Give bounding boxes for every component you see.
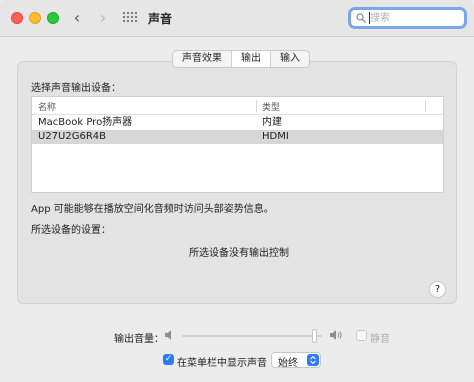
mute-label: 静音 (370, 334, 390, 345)
minimize-window-button[interactable] (29, 12, 41, 24)
column-header-type[interactable]: 类型 (262, 100, 280, 113)
no-output-control-text: 所选设备没有输出控制 (189, 248, 289, 259)
output-device-table[interactable]: 名称 类型 MacBook Pro扬声器 内建 U27U2G6R4B HDMI (31, 96, 444, 193)
search-field[interactable] (348, 7, 467, 29)
forward-button[interactable]: › (95, 9, 111, 27)
table-row[interactable]: U27U2G6R4B HDMI (32, 130, 443, 144)
back-button[interactable]: ‹ (69, 9, 85, 27)
column-header-name[interactable]: 名称 (38, 100, 56, 113)
output-volume-label: 输出音量： (114, 334, 164, 345)
search-icon (356, 13, 366, 23)
speaker-high-icon (330, 330, 342, 340)
close-window-button[interactable] (11, 12, 23, 24)
column-divider (425, 100, 426, 112)
table-row[interactable]: MacBook Pro扬声器 内建 (32, 116, 443, 130)
help-button[interactable]: ? (429, 281, 446, 298)
tab-bar: 声音效果 输出 输入 (172, 50, 310, 68)
device-type: HDMI (262, 131, 289, 142)
show-all-preferences-icon[interactable] (123, 12, 137, 24)
speaker-low-icon (165, 330, 171, 340)
device-type: 内建 (262, 117, 282, 128)
device-name: MacBook Pro扬声器 (38, 117, 133, 128)
show-in-menubar-checkbox[interactable]: ✓ (163, 354, 174, 365)
zoom-window-button[interactable] (47, 12, 59, 24)
column-divider (256, 100, 257, 112)
spatial-audio-note: App 可能能够在播放空间化音频时访问头部姿势信息。 (31, 204, 274, 215)
sound-preferences-window: ‹ › 声音 声音效果 输出 输入 选择声音输出设备： 名称 类型 (0, 0, 474, 382)
search-input[interactable] (370, 11, 462, 25)
tab-sound-effects[interactable]: 声音效果 (173, 51, 232, 67)
device-settings-label: 所选设备的设置： (31, 225, 111, 236)
volume-slider-fill (182, 335, 312, 337)
volume-slider-knob[interactable] (312, 329, 317, 343)
device-name: U27U2G6R4B (38, 131, 107, 142)
window-title: 声音 (148, 12, 173, 26)
tab-output[interactable]: 输出 (232, 51, 271, 67)
chevron-up-down-icon (307, 354, 319, 366)
menubar-visibility-popup[interactable]: 始终 (271, 352, 321, 369)
popup-selected-value: 始终 (278, 358, 298, 369)
show-in-menubar-label: 在菜单栏中显示声音 (177, 358, 267, 369)
title-bar: ‹ › 声音 (0, 0, 474, 37)
select-device-label: 选择声音输出设备： (31, 83, 121, 94)
output-panel: 选择声音输出设备： 名称 类型 MacBook Pro扬声器 内建 U27U2G… (17, 61, 457, 304)
mute-checkbox[interactable] (356, 330, 367, 341)
tab-input[interactable]: 输入 (271, 51, 309, 67)
table-header: 名称 类型 (32, 97, 443, 115)
output-volume-slider[interactable] (182, 329, 322, 343)
